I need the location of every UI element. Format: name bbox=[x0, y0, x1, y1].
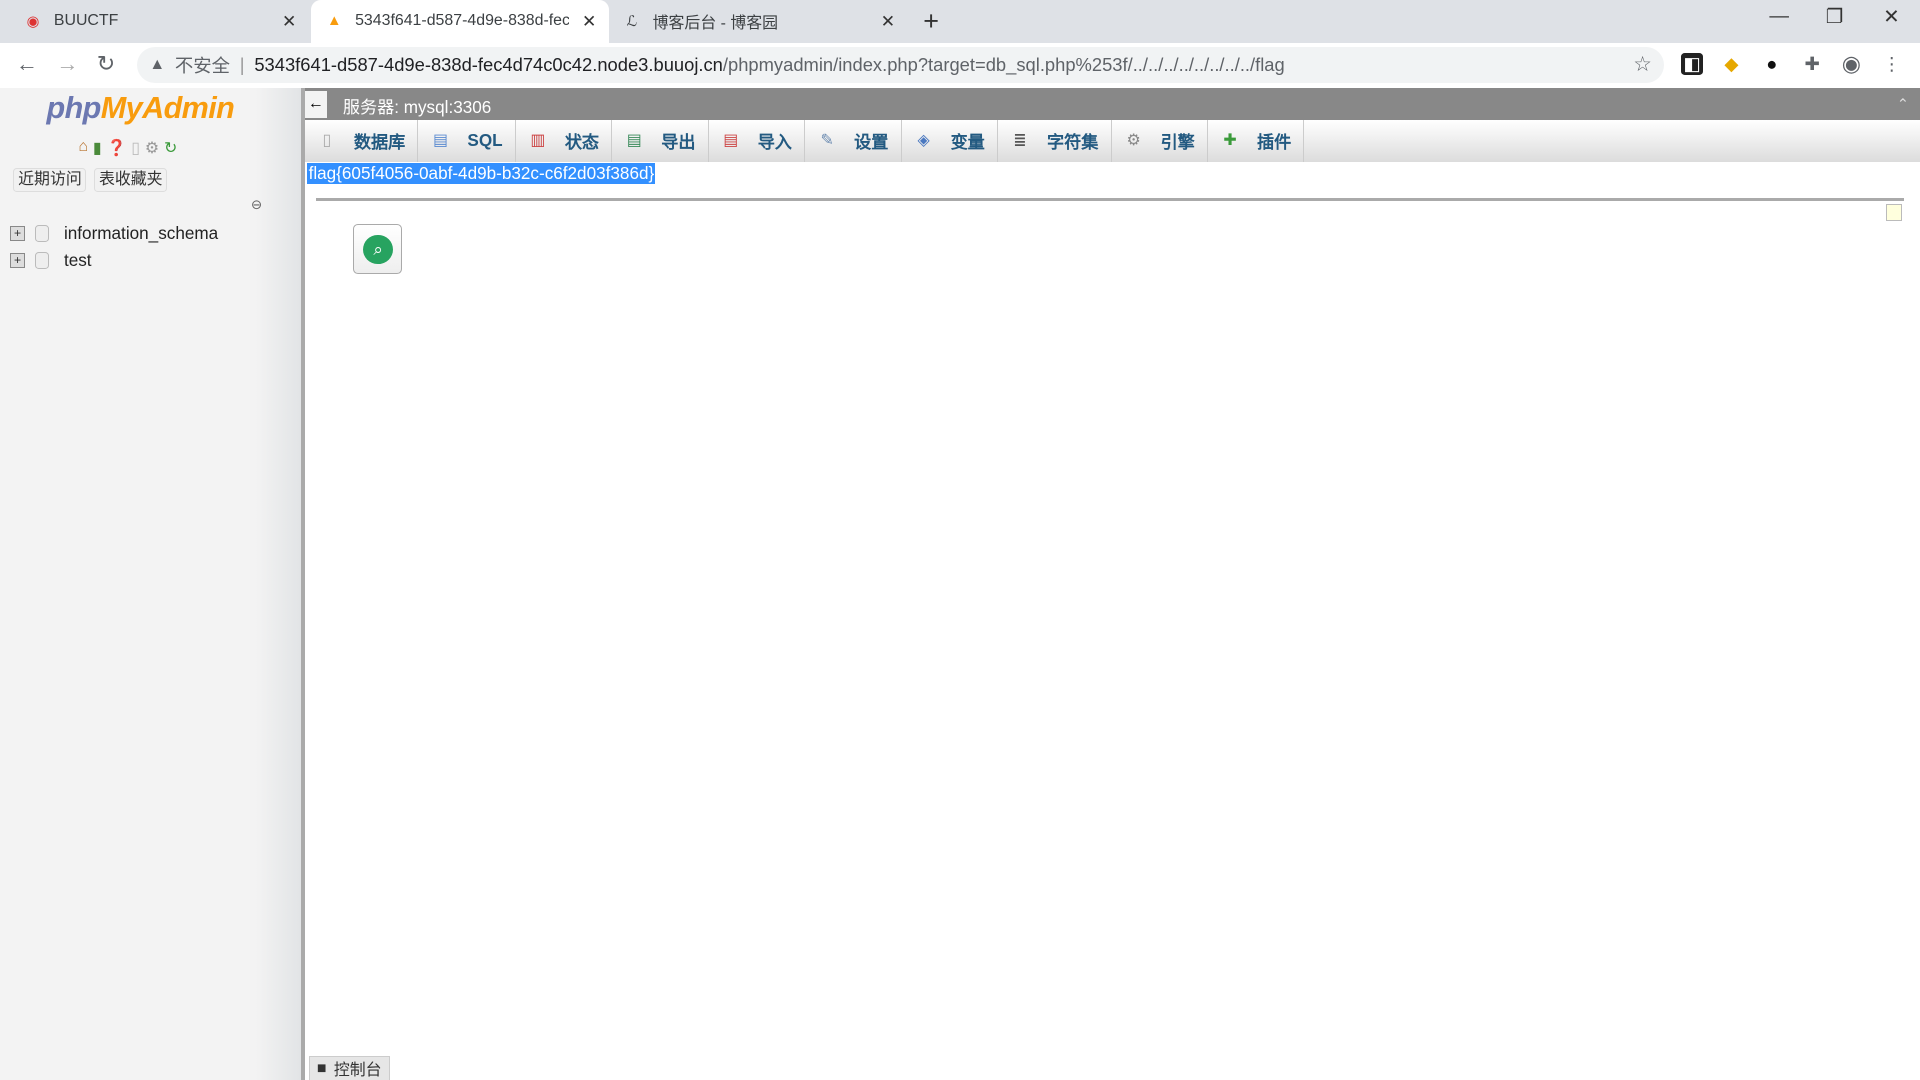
collapse-top-icon[interactable]: ⌃ bbox=[1897, 96, 1909, 113]
database-icon bbox=[35, 251, 50, 269]
link-icon[interactable]: ⊖ bbox=[251, 197, 262, 213]
sql-icon: ▤ bbox=[432, 132, 448, 150]
puzzle-icon[interactable]: ✚ bbox=[1801, 53, 1823, 75]
import-icon: ▤ bbox=[723, 132, 739, 150]
status-icon: ▥ bbox=[530, 132, 546, 150]
new-tab-button[interactable]: + bbox=[923, 6, 939, 37]
close-tab-icon[interactable]: ✕ bbox=[282, 11, 296, 32]
server-breadcrumb[interactable]: 服务器: mysql:3306 bbox=[343, 93, 491, 118]
collapse-nav-button[interactable]: ← bbox=[304, 90, 327, 118]
help-icon[interactable]: ❓ bbox=[107, 138, 127, 158]
sidebar-resizer[interactable] bbox=[301, 88, 305, 1080]
favorite-tables-button[interactable]: 表收藏夹 bbox=[94, 167, 168, 192]
buuctf-icon: ◉ bbox=[26, 13, 40, 30]
flag-text: flag{605f4056-0abf-4d9b-b32c-c6f2d03f386… bbox=[307, 162, 656, 184]
tab-variables[interactable]: ◈ 变量 bbox=[902, 120, 999, 162]
close-window-button[interactable]: ✕ bbox=[1883, 5, 1899, 29]
extension-icon[interactable]: ● bbox=[1761, 53, 1783, 75]
close-tab-icon[interactable]: ✕ bbox=[582, 11, 596, 32]
tab-buuctf[interactable]: ◉ BUUCTF ✕ bbox=[0, 0, 309, 43]
page-settings-icon[interactable] bbox=[1885, 204, 1903, 222]
extension-icon[interactable]: ◧ bbox=[1681, 52, 1704, 75]
tab-engines[interactable]: ⚙ 引擎 bbox=[1112, 120, 1209, 162]
export-icon: ▤ bbox=[626, 132, 642, 150]
database-icon: ▯ bbox=[322, 132, 332, 150]
extension-icon[interactable]: ◆ bbox=[1720, 53, 1742, 75]
charset-icon: ≣ bbox=[1013, 132, 1027, 150]
search-icon: ⌕ bbox=[363, 234, 393, 265]
phpmyadmin-logo[interactable]: phpMyAdmin bbox=[47, 91, 235, 126]
db-item-information-schema[interactable]: + information_schema bbox=[9, 223, 218, 244]
menu-icon[interactable]: ⋮ bbox=[1881, 53, 1903, 75]
forward-button[interactable]: → bbox=[56, 51, 78, 77]
address-bar[interactable]: ▲ 不安全 | 5343f641-d587-4d9e-838d-fec4d74c… bbox=[137, 46, 1665, 84]
profile-icon[interactable]: ◉ bbox=[1840, 52, 1862, 75]
database-icon bbox=[35, 225, 50, 242]
restore-button[interactable]: ❐ bbox=[1826, 5, 1844, 29]
quick-icons: ⌂ ▮ ❓ ▯ ⚙ ↻ bbox=[78, 138, 177, 158]
separator: | bbox=[239, 53, 245, 75]
tab-cnblogs[interactable]: ℒ 博客后台 - 博客园 ✕ bbox=[611, 0, 907, 43]
tab-databases[interactable]: ▯ 数据库 bbox=[305, 120, 419, 162]
tab-charset[interactable]: ≣ 字符集 bbox=[998, 120, 1112, 162]
recent-tables-button[interactable]: 近期访问 bbox=[13, 167, 87, 192]
cnblogs-icon: ℒ bbox=[626, 13, 638, 30]
tab-strip: ◉ BUUCTF ✕ ▲ 5343f641-d587-4d9e-838d-fec… bbox=[0, 0, 1920, 43]
warning-icon: ▲ bbox=[149, 55, 166, 73]
tab-plugins[interactable]: ✚ 插件 bbox=[1208, 120, 1305, 162]
tab-status[interactable]: ▥ 状态 bbox=[516, 120, 613, 162]
engine-icon: ⚙ bbox=[1126, 132, 1141, 150]
logout-icon[interactable]: ▮ bbox=[93, 138, 102, 158]
console-toggle[interactable]: ■ 控制台 bbox=[308, 1055, 390, 1080]
reload-button[interactable]: ↻ bbox=[97, 51, 115, 77]
tab-phpmyadmin[interactable]: ▲ 5343f641-d587-4d9e-838d-fec ✕ bbox=[311, 0, 609, 43]
plugin-icon: ✚ bbox=[1223, 132, 1237, 150]
server-breadcrumb-bar bbox=[304, 88, 1920, 120]
home-icon[interactable]: ⌂ bbox=[78, 138, 88, 158]
reload-nav-icon[interactable]: ↻ bbox=[164, 138, 177, 158]
divider bbox=[315, 198, 1905, 201]
console-icon: ■ bbox=[316, 1059, 327, 1077]
back-button[interactable]: ← bbox=[16, 51, 38, 77]
search-button[interactable]: ⌕ bbox=[352, 224, 403, 274]
tab-import[interactable]: ▤ 导入 bbox=[709, 120, 806, 162]
phpmyadmin-icon: ▲ bbox=[326, 13, 342, 30]
tab-settings[interactable]: ✎ 设置 bbox=[805, 120, 902, 162]
tab-sql[interactable]: ▤ SQL bbox=[418, 120, 516, 162]
expand-icon[interactable]: + bbox=[9, 225, 26, 242]
db-item-test[interactable]: + test bbox=[9, 250, 92, 271]
bookmark-star-icon[interactable]: ☆ bbox=[1633, 52, 1652, 77]
expand-icon[interactable]: + bbox=[9, 252, 26, 269]
minimize-button[interactable]: — bbox=[1769, 5, 1789, 28]
tab-export[interactable]: ▤ 导出 bbox=[612, 120, 709, 162]
settings-gear-icon[interactable]: ⚙ bbox=[145, 138, 159, 158]
main-menu: ▯ 数据库 ▤ SQL ▥ 状态 ▤ 导出 ▤ 导入 ✎ 设置 ◈ 变量 ≣ 字符集 ⚙ 引擎 ✚… bbox=[304, 120, 1920, 162]
close-tab-icon[interactable]: ✕ bbox=[881, 11, 895, 32]
variables-icon: ◈ bbox=[917, 132, 930, 150]
docs-icon[interactable]: ▯ bbox=[131, 138, 140, 158]
wrench-icon: ✎ bbox=[820, 132, 834, 150]
